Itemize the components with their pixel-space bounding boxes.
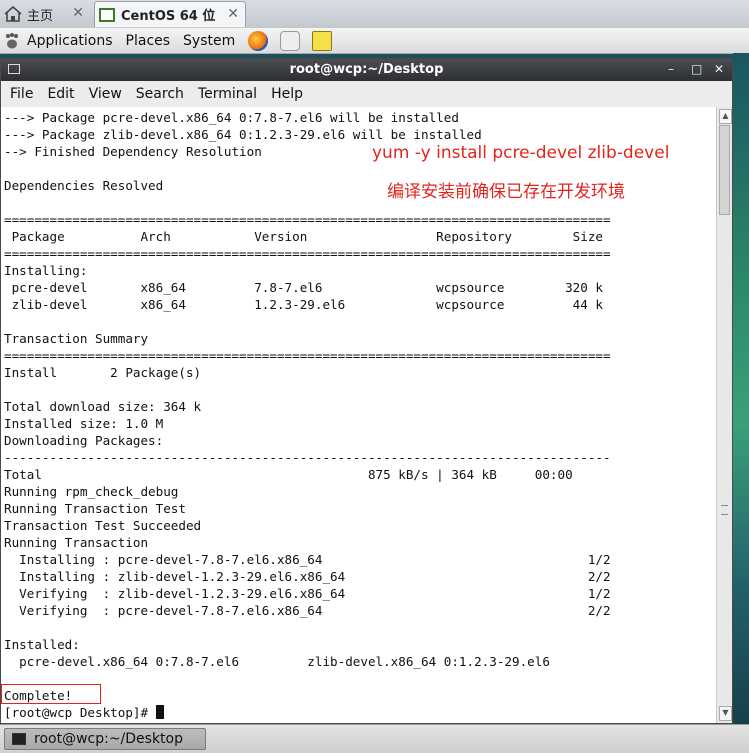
scroll-up-icon[interactable]: ▲ <box>719 109 732 124</box>
menu-applications[interactable]: Applications <box>27 33 113 49</box>
minimize-icon[interactable]: – <box>668 62 674 76</box>
vertical-scrollbar[interactable]: ▲ ▼ <box>716 107 732 723</box>
terminal-line: Running Transaction <box>4 535 149 550</box>
scroll-thumb[interactable] <box>719 125 730 215</box>
menu-view[interactable]: View <box>89 86 122 102</box>
terminal-line: Installed size: 1.0 M <box>4 416 164 431</box>
terminal-line: Running rpm_check_debug <box>4 484 179 499</box>
menu-search[interactable]: Search <box>136 86 184 102</box>
terminal-line: pcre-devel.x86_64 0:7.8-7.el6 zlib-devel… <box>4 654 550 669</box>
terminal-line: ========================================… <box>4 212 611 227</box>
complete-highlight-box <box>1 684 101 704</box>
terminal-line: Verifying : zlib-devel-1.2.3-29.el6.x86_… <box>4 586 611 601</box>
terminal-line: pcre-devel x86_64 7.8-7.el6 wcpsource 32… <box>4 280 603 295</box>
network-icon[interactable] <box>280 30 301 51</box>
tab-centos-close-icon[interactable]: ✕ <box>227 6 239 22</box>
annotation-command: yum -y install pcre-devel zlib-devel <box>372 143 670 163</box>
terminal-line: Install 2 Package(s) <box>4 365 202 380</box>
menu-file[interactable]: File <box>10 86 33 102</box>
terminal-line: Installing : pcre-devel-7.8-7.el6.x86_64… <box>4 552 611 567</box>
scroll-down-icon[interactable]: ▼ <box>719 706 732 721</box>
taskbar-item-label: root@wcp:~/Desktop <box>34 731 184 747</box>
shell-prompt: [root@wcp Desktop]# <box>4 705 156 720</box>
terminal-line: Package Arch Version Repository Size <box>4 229 603 244</box>
terminal-line: Running Transaction Test <box>4 501 186 516</box>
desktop-wallpaper <box>733 53 749 725</box>
terminal-menubar: File Edit View Search Terminal Help <box>1 81 732 107</box>
terminal-line: Installed: <box>4 637 80 652</box>
tab-centos-vm[interactable]: CentOS 64 位 ✕ <box>94 1 246 27</box>
maximize-icon[interactable]: □ <box>691 62 702 76</box>
scroll-grip-icon <box>721 505 728 515</box>
terminal-line: Transaction Test Succeeded <box>4 518 202 533</box>
terminal-line: zlib-devel x86_64 1.2.3-29.el6 wcpsource… <box>4 297 603 312</box>
annotation-note: 编译安装前确保已存在开发环境 <box>387 182 625 202</box>
terminal-line: --> Finished Dependency Resolution <box>4 144 262 159</box>
home-icon <box>4 5 22 22</box>
menu-terminal[interactable]: Terminal <box>198 86 257 102</box>
terminal-window: root@wcp:~/Desktop – □ ✕ File Edit View … <box>0 58 733 724</box>
menu-edit[interactable]: Edit <box>47 86 74 102</box>
window-title: root@wcp:~/Desktop <box>289 62 444 77</box>
terminal-line: ----------------------------------------… <box>4 450 611 465</box>
firefox-icon[interactable] <box>248 30 269 51</box>
menu-help[interactable]: Help <box>271 86 303 102</box>
terminal-line: ========================================… <box>4 348 611 363</box>
tab-home-label: 主页 <box>27 8 54 24</box>
terminal-icon <box>12 733 26 745</box>
menu-system[interactable]: System <box>183 33 235 49</box>
terminal-line: Installing : zlib-devel-1.2.3-29.el6.x86… <box>4 569 611 584</box>
taskbar-terminal-item[interactable]: root@wcp:~/Desktop <box>4 728 206 750</box>
note-icon[interactable] <box>312 30 333 51</box>
browser-tab-bar: 主页 ✕ CentOS 64 位 ✕ <box>0 0 749 29</box>
tab-home-close-icon[interactable]: ✕ <box>72 5 84 21</box>
terminal-line: ========================================… <box>4 246 611 261</box>
text-cursor <box>155 705 164 719</box>
terminal-line: ---> Package zlib-devel.x86_64 0:1.2.3-2… <box>4 127 482 142</box>
terminal-line: Transaction Summary <box>4 331 149 346</box>
tab-centos-label: CentOS 64 位 <box>121 9 216 24</box>
taskbar: root@wcp:~/Desktop <box>0 724 749 753</box>
gnome-top-panel: Applications Places System <box>0 28 749 54</box>
vm-icon <box>99 7 115 22</box>
terminal-line: Verifying : pcre-devel-7.8-7.el6.x86_64 … <box>4 603 611 618</box>
gnome-foot-icon <box>3 32 21 50</box>
terminal-line: Downloading Packages: <box>4 433 164 448</box>
terminal-line: ---> Package pcre-devel.x86_64 0:7.8-7.e… <box>4 110 459 125</box>
terminal-line: Total download size: 364 k <box>4 399 202 414</box>
terminal-output[interactable]: ---> Package pcre-devel.x86_64 0:7.8-7.e… <box>1 107 716 723</box>
tab-home[interactable]: 主页 ✕ <box>0 1 90 27</box>
terminal-line: Dependencies Resolved <box>4 178 164 193</box>
menu-places[interactable]: Places <box>126 33 171 49</box>
window-titlebar[interactable]: root@wcp:~/Desktop – □ ✕ <box>1 59 732 81</box>
terminal-line: Total 875 kB/s | 364 kB 00:00 <box>4 467 573 482</box>
terminal-line: Installing: <box>4 263 88 278</box>
close-icon[interactable]: ✕ <box>714 62 724 76</box>
